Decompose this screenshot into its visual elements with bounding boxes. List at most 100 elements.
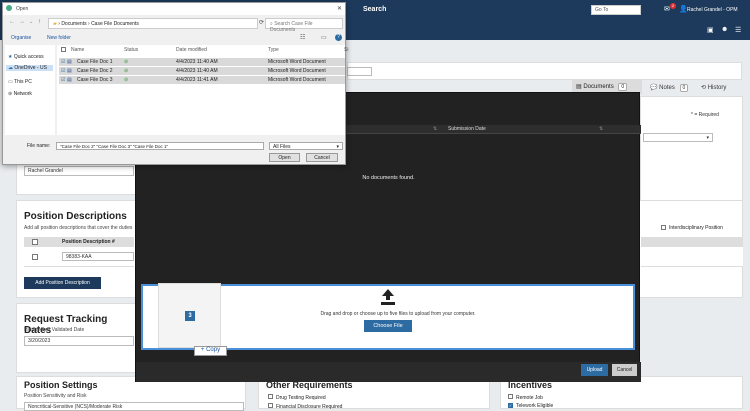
checkbox-checked-icon[interactable]: ☑ xyxy=(61,68,65,74)
list-item[interactable]: ☑ ▤ Case File Doc 2 ⊘ 4/4/2023 11:40 AM … xyxy=(59,67,345,75)
telework-option[interactable]: ✓ Telework Eligible xyxy=(508,403,553,409)
upload-button[interactable]: Upload xyxy=(581,364,608,376)
interdisciplinary-label: Interdisciplinary Position xyxy=(669,225,723,231)
folder-icon: ▰ xyxy=(53,21,57,27)
open-button[interactable]: Open xyxy=(269,153,300,162)
breadcrumb-documents[interactable]: Documents xyxy=(61,21,86,27)
remote-job-label: Remote Job xyxy=(516,395,543,401)
drug-testing-option[interactable]: Drug Testing Required xyxy=(268,394,326,401)
organise-menu[interactable]: Organise xyxy=(11,35,31,41)
refresh-icon[interactable]: ⟳ xyxy=(259,19,264,26)
menu-icon[interactable]: ☰ xyxy=(735,26,741,34)
mail-icon[interactable]: ✉ xyxy=(664,5,670,13)
select-all-checkbox[interactable] xyxy=(32,239,38,245)
select-all-checkbox[interactable] xyxy=(61,47,66,52)
file-type-filter-value: All Files xyxy=(273,144,291,150)
tab-history-label: History xyxy=(707,85,727,91)
select-field[interactable] xyxy=(347,67,372,76)
people-icon[interactable]: ☻ xyxy=(721,26,728,33)
file-name-input[interactable]: "Case File Doc 2" "Case File Doc 3" "Cas… xyxy=(56,142,264,150)
copy-cursor-label: + Copy xyxy=(194,346,227,356)
column-type[interactable]: Type xyxy=(268,47,279,53)
tab-notes[interactable]: 💬 Notes 0 xyxy=(646,82,692,94)
new-folder-button[interactable]: New folder xyxy=(47,35,71,41)
file-type: Microsoft Word Document xyxy=(268,68,326,74)
back-icon[interactable]: ← xyxy=(9,19,15,25)
checkbox-checked-icon[interactable]: ☑ xyxy=(61,59,65,65)
file-list: Name Status Date modified Type Si ☑ ▤ Ca… xyxy=(57,45,348,135)
nav-quick-access[interactable]: ★ Quick access xyxy=(8,54,44,60)
breadcrumb-case-files[interactable]: Case File Documents xyxy=(91,21,139,27)
synced-icon: ⊘ xyxy=(124,68,129,74)
column-status[interactable]: Status xyxy=(124,47,138,53)
file-name-value: "Case File Doc 2" "Case File Doc 3" "Cas… xyxy=(60,144,169,149)
interdisciplinary-checkbox[interactable] xyxy=(661,225,666,230)
tab-notes-label: Notes xyxy=(659,85,675,91)
sensitivity-label: Position Sensitivity and Risk xyxy=(24,393,87,399)
remote-job-checkbox[interactable] xyxy=(508,394,513,399)
tab-notes-count: 0 xyxy=(679,84,689,92)
chevron-down-icon[interactable]: ⌄ xyxy=(29,19,33,25)
user-name[interactable]: Rachel Grandel - OPM xyxy=(687,7,738,13)
up-icon[interactable]: ↑ xyxy=(38,19,41,25)
preview-pane-icon[interactable]: ▭ xyxy=(321,34,327,41)
help-icon[interactable]: ? xyxy=(335,34,342,41)
view-options-icon[interactable]: ☷ xyxy=(300,34,305,41)
column-divider-icon: ⇅ xyxy=(599,126,604,132)
add-position-description-button[interactable]: Add Position Description xyxy=(24,277,101,289)
word-doc-icon: ▤ xyxy=(67,77,72,83)
drug-testing-label: Drug Testing Required xyxy=(276,395,326,401)
remote-job-option[interactable]: Remote Job xyxy=(508,394,543,401)
submission-date-header[interactable]: Submission Date xyxy=(448,126,486,132)
financial-disclosure-checkbox[interactable] xyxy=(268,403,273,408)
nav-onedrive[interactable]: ☁ OneDrive - US xyxy=(6,65,53,71)
column-divider-icon: ⇅ xyxy=(433,126,438,132)
pd-table-header: Position Description # xyxy=(24,237,134,247)
mail-count-badge: 2 xyxy=(670,3,676,9)
drop-instructions: Drag and drop or choose up to five files… xyxy=(320,311,476,317)
column-name[interactable]: Name xyxy=(71,47,84,53)
financial-disclosure-label: Financial Disclosure Required xyxy=(276,404,343,410)
position-settings-title: Position Settings xyxy=(24,380,98,390)
pd-row-right xyxy=(641,247,743,267)
checkbox-checked-icon[interactable]: ☑ xyxy=(61,77,65,83)
empty-state-text: No documents found. xyxy=(362,175,415,181)
nav-this-pc[interactable]: ▭ This PC xyxy=(8,79,32,85)
sensitivity-select[interactable]: Noncritical-Sensitive (NCS)/Moderate Ris… xyxy=(24,402,244,411)
column-date-modified[interactable]: Date modified xyxy=(176,47,207,53)
file-drop-zone[interactable]: 3 + Copy Drag and drop or choose up to f… xyxy=(141,283,635,356)
file-date: 4/4/2023 11:41 AM xyxy=(176,77,218,83)
drug-testing-checkbox[interactable] xyxy=(268,394,273,399)
right-select[interactable]: ▾ xyxy=(643,133,713,142)
file-name: Case File Doc 2 xyxy=(77,68,113,74)
interdisciplinary-option[interactable]: Interdisciplinary Position xyxy=(641,224,745,233)
telework-checkbox-checked[interactable]: ✓ xyxy=(508,403,513,408)
name-field[interactable]: Rachel Grandel xyxy=(24,166,134,176)
close-icon[interactable]: ✕ xyxy=(337,5,342,12)
search-input[interactable]: ⌕ Search Case File Documents xyxy=(265,18,343,33)
tab-history[interactable]: ⟲ History xyxy=(697,82,730,93)
chevron-down-icon: ▾ xyxy=(336,144,339,150)
folder-icon[interactable]: ▣ xyxy=(707,26,714,34)
forward-icon[interactable]: → xyxy=(19,19,25,25)
nav-network[interactable]: ⊕ Network xyxy=(8,91,32,97)
row-checkbox[interactable] xyxy=(32,254,38,260)
hiring-need-date-field[interactable]: 3/20/2023 xyxy=(24,336,134,346)
search-nav-link[interactable]: Search xyxy=(363,6,386,13)
dialog-cancel-button[interactable]: Cancel xyxy=(306,153,338,162)
pd-number-field[interactable]: 98383-KAA xyxy=(62,252,134,261)
tab-documents-count: 0 xyxy=(618,83,628,91)
column-size[interactable]: Si xyxy=(344,47,348,53)
tab-documents-label: Documents xyxy=(583,84,614,90)
right-panel: * = Required ▾ xyxy=(640,96,743,206)
modal-cancel-button[interactable]: Cancel xyxy=(612,364,637,376)
goto-input[interactable]: Go To xyxy=(591,5,641,15)
list-item[interactable]: ☑ ▤ Case File Doc 3 ⊘ 4/4/2023 11:41 AM … xyxy=(59,76,345,84)
file-date: 4/4/2023 11:40 AM xyxy=(176,59,218,65)
file-type-filter[interactable]: All Files ▾ xyxy=(269,142,343,150)
list-item[interactable]: ☑ ▤ Case File Doc 1 ⊘ 4/4/2023 11:40 AM … xyxy=(59,58,345,66)
file-date: 4/4/2023 11:40 AM xyxy=(176,68,218,74)
choose-file-button[interactable]: Choose File xyxy=(364,320,412,332)
address-bar[interactable]: ▰ › Documents › Case File Documents xyxy=(48,18,258,29)
file-name: Case File Doc 3 xyxy=(77,77,113,83)
